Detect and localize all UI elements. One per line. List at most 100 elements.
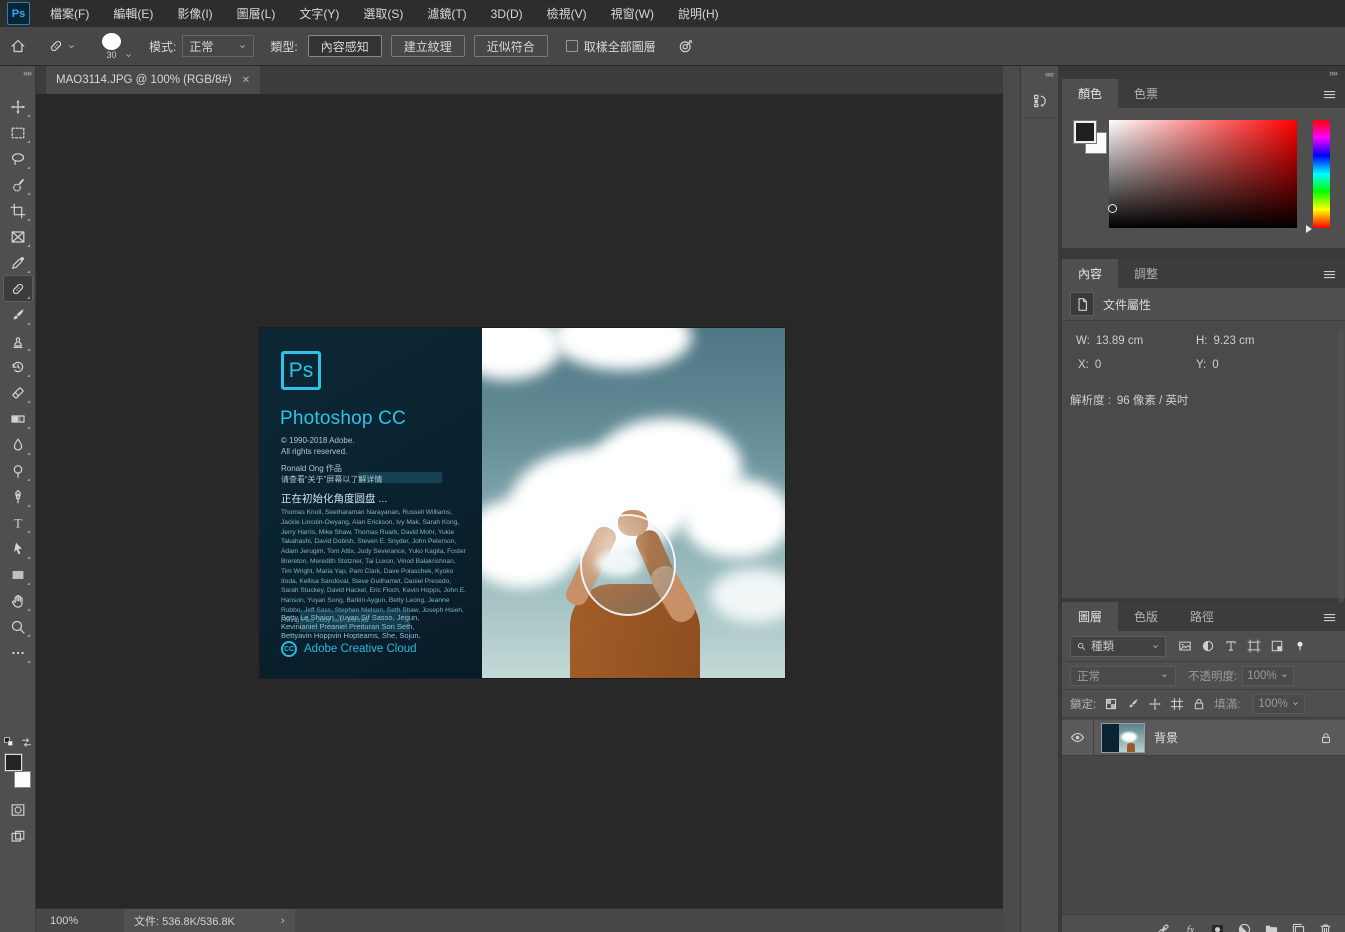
tool-move-tool[interactable] [4,94,32,119]
layer-visibility-toggle[interactable] [1062,720,1094,756]
layer-effects-icon[interactable]: fx [1183,922,1198,932]
tool-crop-tool[interactable] [4,198,32,223]
tool-history-brush-tool[interactable] [4,354,32,379]
menu-item-10[interactable]: 說明(H) [666,0,731,27]
history-panel-button[interactable] [1024,84,1056,118]
expand-dock-icon[interactable]: »» [1329,68,1337,78]
menu-item-3[interactable]: 圖層(L) [225,0,288,27]
close-icon[interactable]: ✕ [242,75,250,86]
foreground-color-swatch[interactable] [1074,121,1096,143]
tool-eyedropper-tool[interactable] [4,250,32,275]
home-icon[interactable] [10,38,26,54]
delete-layer-icon[interactable] [1318,922,1333,932]
fill-field[interactable]: 100% [1253,694,1305,714]
tool-marquee-tool[interactable] [4,120,32,145]
tool-gradient-tool[interactable] [4,406,32,431]
adjustment-layer-icon[interactable] [1237,922,1252,932]
panel-menu-icon[interactable] [1322,610,1337,625]
filter-toggle-icon[interactable] [1293,639,1307,653]
layer-thumbnail[interactable] [1102,724,1144,752]
hue-slider[interactable] [1313,120,1330,228]
tab-adjustments[interactable]: 調整 [1118,259,1174,288]
new-layer-icon[interactable] [1291,922,1306,932]
menu-item-0[interactable]: 檔案(F) [38,0,101,27]
canvas[interactable]: Ps Photoshop CC © 1990-2018 Adobe. All r… [36,94,1003,908]
tool-eraser-tool[interactable] [4,380,32,405]
menu-item-9[interactable]: 視窗(W) [599,0,666,27]
tab-color[interactable]: 顏色 [1062,79,1118,108]
tool-pen-tool[interactable] [4,484,32,509]
tool-clone-stamp-tool[interactable] [4,328,32,353]
document-sizes-field[interactable]: 文件: 536.8K/536.8K › [124,909,295,932]
tablet-pressure-icon[interactable] [678,38,694,54]
tool-brush-tool[interactable] [4,302,32,327]
layer-filter-kind-select[interactable]: 種類 [1070,636,1166,657]
swap-colors-icon[interactable] [20,734,33,750]
type-button-1[interactable]: 建立紋理 [391,35,465,57]
pixel-layer-filter-icon[interactable] [1178,639,1192,653]
lock-paint-icon[interactable] [1126,697,1140,711]
zoom-level-field[interactable]: 100% [50,915,96,927]
lock-all-icon[interactable] [1192,697,1206,711]
panel-menu-icon[interactable] [1322,87,1337,102]
scrollbar[interactable] [1338,329,1344,629]
document-tab[interactable]: MAO3114.JPG @ 100% (RGB/8#) ✕ [46,66,260,94]
default-swap-colors[interactable] [3,734,33,750]
tool-lasso-tool[interactable] [4,146,32,171]
sample-all-layers-checkbox[interactable] [566,40,578,52]
smart-object-filter-icon[interactable] [1270,639,1284,653]
expand-toolbar-icon[interactable]: »» [23,68,31,78]
tool-frame-tool[interactable] [4,224,32,249]
tool-dodge-tool[interactable] [4,458,32,483]
blend-mode-select[interactable]: 正常 [1070,666,1176,686]
panel-menu-icon[interactable] [1322,267,1337,282]
tool-hand-tool[interactable] [4,588,32,613]
new-group-icon[interactable] [1264,922,1279,932]
tool-quick-selection-tool[interactable] [4,172,32,197]
layer-row-background[interactable]: 背景 [1062,720,1345,756]
color-picker-marker[interactable] [1108,204,1117,213]
tab-channels[interactable]: 色版 [1118,602,1174,631]
menu-item-1[interactable]: 編輯(E) [101,0,165,27]
tool-more-tools[interactable] [4,640,32,665]
menu-item-8[interactable]: 檢視(V) [535,0,599,27]
menu-item-7[interactable]: 3D(D) [479,0,535,27]
default-colors-icon[interactable] [3,734,16,750]
tab-paths[interactable]: 路徑 [1174,602,1230,631]
background-color-swatch[interactable] [14,771,31,788]
status-chevron-icon[interactable]: › [281,915,285,927]
brush-options[interactable]: 30 [102,33,133,60]
open-image[interactable]: Ps Photoshop CC © 1990-2018 Adobe. All r… [260,328,785,678]
opacity-field[interactable]: 100% [1242,666,1294,686]
tool-zoom-tool[interactable] [4,614,32,639]
tool-spot-healing-brush-tool[interactable] [4,276,32,301]
tool-preset-picker[interactable] [48,38,76,54]
adjustment-layer-filter-icon[interactable] [1201,639,1215,653]
type-button-0[interactable]: 內容感知 [308,35,382,57]
tool-path-selection-tool[interactable] [4,536,32,561]
menu-item-6[interactable]: 濾鏡(T) [415,0,478,27]
type-button-2[interactable]: 近似符合 [474,35,548,57]
lock-position-icon[interactable] [1148,697,1162,711]
tab-properties[interactable]: 內容 [1062,259,1118,288]
menu-item-2[interactable]: 影像(I) [165,0,224,27]
menu-item-4[interactable]: 文字(Y) [287,0,351,27]
link-layers-icon[interactable] [1156,922,1171,932]
tab-swatches[interactable]: 色票 [1118,79,1174,108]
collapse-dock-icon[interactable]: «« [1045,69,1053,79]
quick-mask-button[interactable] [4,797,32,822]
foreground-color-swatch[interactable] [5,754,22,771]
saturation-field[interactable] [1109,120,1297,228]
mode-select[interactable]: 正常 [182,35,254,57]
shape-layer-filter-icon[interactable] [1247,639,1261,653]
tool-type-tool[interactable]: T [4,510,32,535]
tab-layers[interactable]: 圖層 [1062,602,1118,631]
lock-artboard-icon[interactable] [1170,697,1184,711]
tool-rectangle-tool[interactable] [4,562,32,587]
screen-mode-button[interactable] [4,824,32,849]
type-layer-filter-icon[interactable] [1224,639,1238,653]
hue-slider-arrow[interactable] [1306,225,1312,233]
menu-item-5[interactable]: 選取(S) [351,0,415,27]
layer-name[interactable]: 背景 [1154,729,1319,746]
lock-transparent-icon[interactable] [1104,697,1118,711]
